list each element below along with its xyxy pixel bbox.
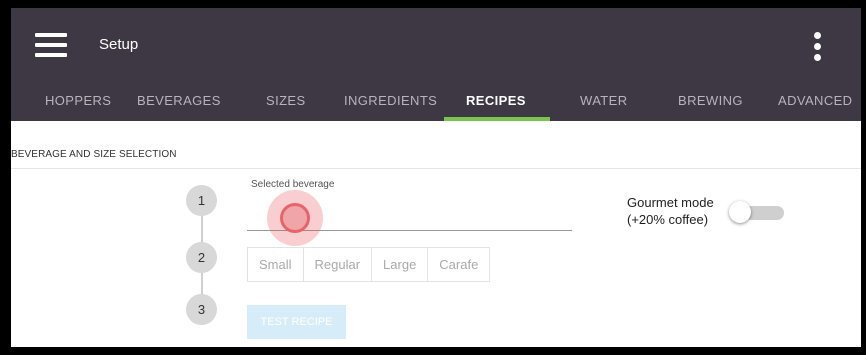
step-1-badge: 1	[186, 185, 217, 216]
section-title: BEVERAGE AND SIZE SELECTION	[11, 149, 177, 160]
hamburger-menu-icon[interactable]	[35, 33, 67, 57]
tab-sizes[interactable]: SIZES	[266, 93, 306, 108]
selected-beverage-label: Selected beverage	[251, 179, 335, 190]
more-vertical-icon[interactable]	[811, 30, 825, 64]
app-bar: Setup HOPPERS BEVERAGES SIZES INGREDIENT…	[11, 8, 861, 121]
tab-recipes[interactable]: RECIPES	[466, 93, 526, 108]
step-2-badge: 2	[186, 242, 217, 273]
gourmet-mode-subtitle: (+20% coffee)	[627, 212, 709, 227]
gourmet-mode-label: Gourmet mode (+20% coffee)	[627, 194, 714, 228]
test-recipe-button[interactable]: TEST RECIPE	[247, 305, 346, 339]
gourmet-mode-title: Gourmet mode	[627, 195, 714, 210]
tab-beverages[interactable]: BEVERAGES	[137, 93, 221, 108]
page-title: Setup	[99, 36, 139, 53]
active-tab-indicator	[444, 117, 550, 121]
tab-ingredients[interactable]: INGREDIENTS	[344, 93, 437, 108]
tab-hoppers[interactable]: HOPPERS	[45, 93, 111, 108]
touch-indicator	[267, 190, 323, 246]
size-carafe-button[interactable]: Carafe	[428, 248, 489, 281]
size-selector: Small Regular Large Carafe	[247, 247, 491, 282]
size-large-button[interactable]: Large	[372, 248, 429, 281]
tab-advanced[interactable]: ADVANCED	[778, 93, 852, 108]
gourmet-mode-toggle[interactable]	[729, 201, 751, 223]
app-window: Setup HOPPERS BEVERAGES SIZES INGREDIENT…	[11, 8, 861, 347]
size-small-button[interactable]: Small	[248, 248, 304, 281]
size-regular-button[interactable]: Regular	[304, 248, 373, 281]
tab-water[interactable]: WATER	[580, 93, 628, 108]
step-3-badge: 3	[186, 294, 217, 325]
tab-brewing[interactable]: BREWING	[678, 93, 743, 108]
section-divider	[11, 168, 861, 169]
